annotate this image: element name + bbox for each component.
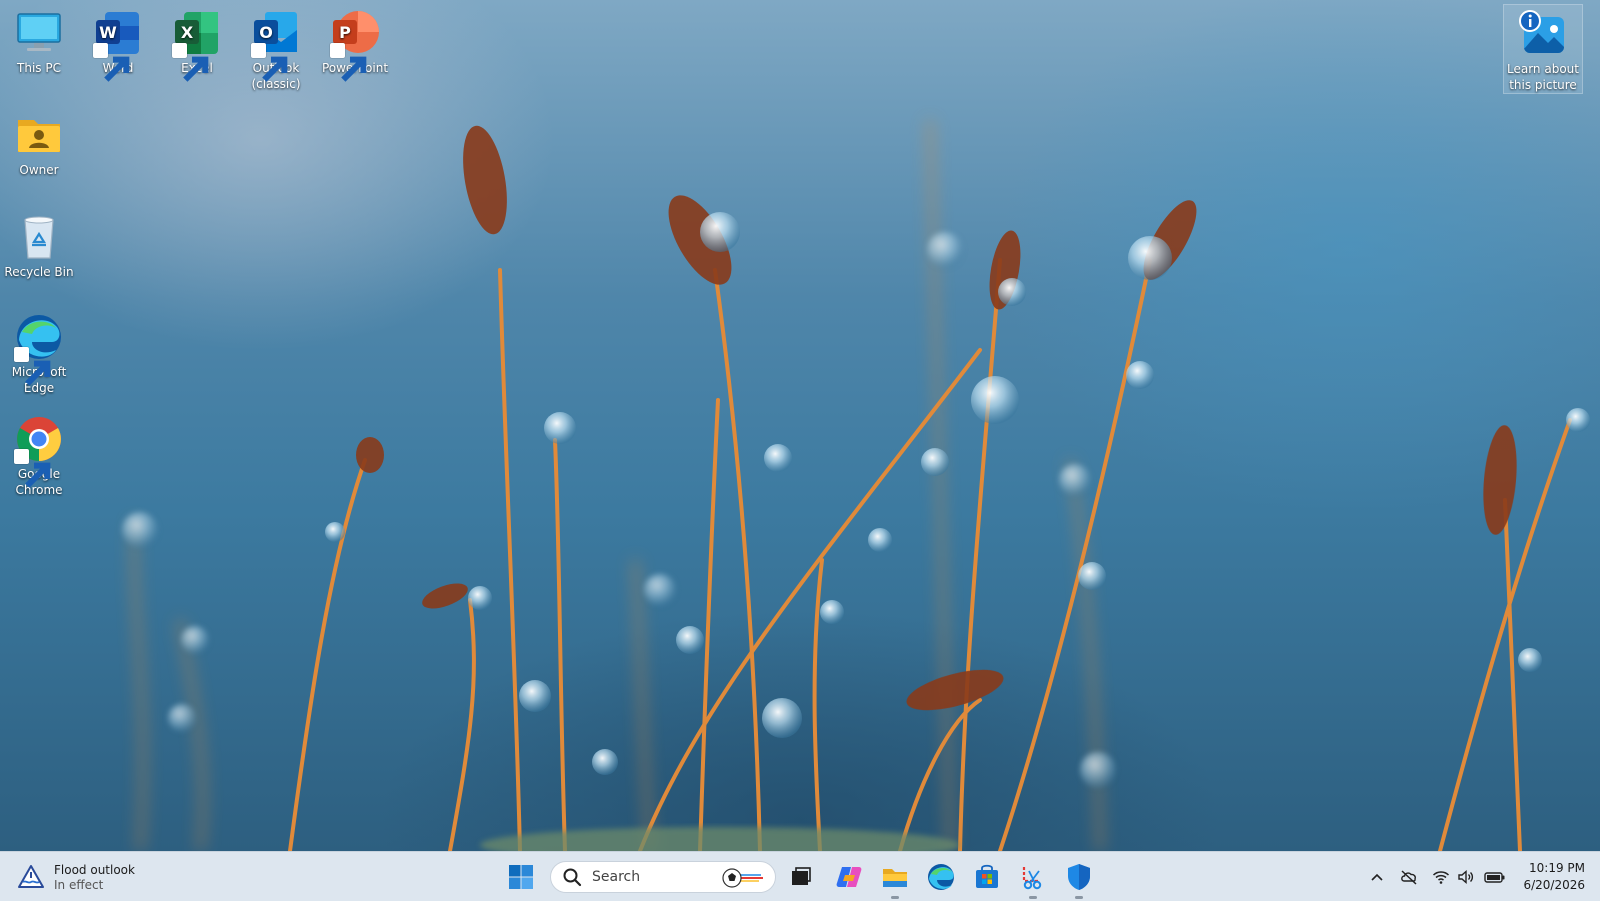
taskbar: Flood outlook In effect Search 10:19 PM … bbox=[0, 851, 1600, 901]
task-view-icon bbox=[792, 867, 811, 885]
svg-text:O: O bbox=[259, 23, 273, 42]
taskbar-store[interactable] bbox=[971, 861, 1003, 893]
flood-warning-icon bbox=[18, 864, 44, 890]
desktop-icon-label: Recycle Bin bbox=[4, 265, 74, 279]
search-icon bbox=[562, 867, 582, 887]
desktop-icon-outlook[interactable]: O Outlook (classic) bbox=[238, 8, 314, 92]
word-icon: W bbox=[93, 8, 143, 82]
network-status[interactable] bbox=[1432, 868, 1450, 886]
svg-text:X: X bbox=[181, 23, 194, 42]
copilot-icon bbox=[836, 867, 862, 887]
battery-status[interactable] bbox=[1484, 868, 1506, 886]
start-button[interactable] bbox=[507, 863, 535, 891]
taskbar-defender[interactable] bbox=[1063, 861, 1095, 899]
shield-icon bbox=[1068, 864, 1090, 890]
search-highlight-soccer-icon bbox=[721, 867, 765, 889]
svg-text:P: P bbox=[339, 23, 351, 42]
taskbar-search[interactable] bbox=[550, 861, 776, 893]
taskbar-task-view[interactable] bbox=[785, 861, 817, 893]
taskbar-edge[interactable] bbox=[925, 861, 957, 893]
desktop-icon-this-pc[interactable]: This PC bbox=[1, 8, 77, 76]
shortcut-arrow-icon bbox=[14, 449, 51, 488]
running-indicator bbox=[891, 896, 899, 899]
shortcut-arrow-icon bbox=[172, 43, 209, 82]
shortcut-arrow-icon bbox=[93, 43, 130, 82]
taskbar-snipping-tool[interactable] bbox=[1017, 861, 1049, 899]
learn-about-picture-label: Learn about this picture bbox=[1507, 62, 1579, 92]
spotlight-info-icon bbox=[1518, 9, 1568, 59]
show-hidden-icons-button[interactable] bbox=[1368, 868, 1386, 886]
chrome-icon bbox=[14, 414, 64, 488]
desktop-icon-edge[interactable]: Microsoft Edge bbox=[1, 312, 77, 396]
taskbar-file-explorer[interactable] bbox=[879, 861, 911, 899]
desktop-icon-label: Owner bbox=[19, 163, 59, 177]
monitor-icon bbox=[14, 8, 64, 58]
desktop-icon-excel[interactable]: X Excel bbox=[159, 8, 235, 82]
powerpoint-icon: P bbox=[330, 8, 380, 82]
user-folder-icon bbox=[14, 110, 64, 160]
taskbar-clock[interactable]: 10:19 PM 6/20/2026 bbox=[1515, 860, 1585, 894]
volume-icon bbox=[1458, 869, 1474, 885]
volume-control[interactable] bbox=[1457, 868, 1475, 886]
shortcut-arrow-icon bbox=[251, 43, 288, 82]
folder-icon bbox=[883, 869, 907, 887]
taskbar-copilot[interactable] bbox=[833, 861, 865, 893]
desktop-icon-label: This PC bbox=[17, 61, 61, 75]
running-indicator bbox=[1075, 896, 1083, 899]
wifi-icon bbox=[1432, 871, 1450, 884]
desktop-icon-recycle-bin[interactable]: Recycle Bin bbox=[1, 212, 77, 280]
desktop-icon-chrome[interactable]: Google Chrome bbox=[1, 414, 77, 498]
snipping-tool-icon bbox=[1022, 867, 1042, 890]
outlook-icon: O bbox=[251, 8, 301, 82]
battery-icon bbox=[1484, 872, 1505, 883]
shortcut-arrow-icon bbox=[330, 43, 367, 82]
chevron-up-icon bbox=[1371, 873, 1383, 881]
excel-icon: X bbox=[172, 8, 222, 82]
cloud-offline-icon bbox=[1401, 870, 1417, 885]
clock-date: 6/20/2026 bbox=[1523, 878, 1585, 892]
onedrive-status[interactable] bbox=[1400, 868, 1418, 886]
recycle-bin-icon bbox=[14, 212, 64, 262]
windows-logo-icon bbox=[509, 865, 533, 889]
desktop-icon-word[interactable]: W Word bbox=[80, 8, 156, 82]
desktop-wallpaper bbox=[0, 0, 1600, 851]
wallpaper-moss-stems bbox=[122, 119, 1590, 851]
search-input[interactable] bbox=[590, 868, 714, 886]
widget-subtitle: In effect bbox=[54, 877, 104, 892]
desktop-icon-powerpoint[interactable]: P PowerPoint bbox=[317, 8, 393, 82]
widget-title: Flood outlook bbox=[54, 862, 135, 877]
learn-about-picture-tile[interactable]: Learn about this picture bbox=[1503, 4, 1583, 94]
clock-time: 10:19 PM bbox=[1529, 861, 1585, 875]
edge-icon bbox=[928, 864, 954, 890]
shortcut-arrow-icon bbox=[14, 347, 51, 386]
store-icon bbox=[976, 864, 998, 888]
weather-widget[interactable]: Flood outlook In effect bbox=[18, 860, 135, 894]
edge-icon bbox=[14, 312, 64, 386]
desktop-icon-owner[interactable]: Owner bbox=[1, 110, 77, 178]
svg-text:W: W bbox=[99, 23, 117, 42]
running-indicator bbox=[1029, 896, 1037, 899]
